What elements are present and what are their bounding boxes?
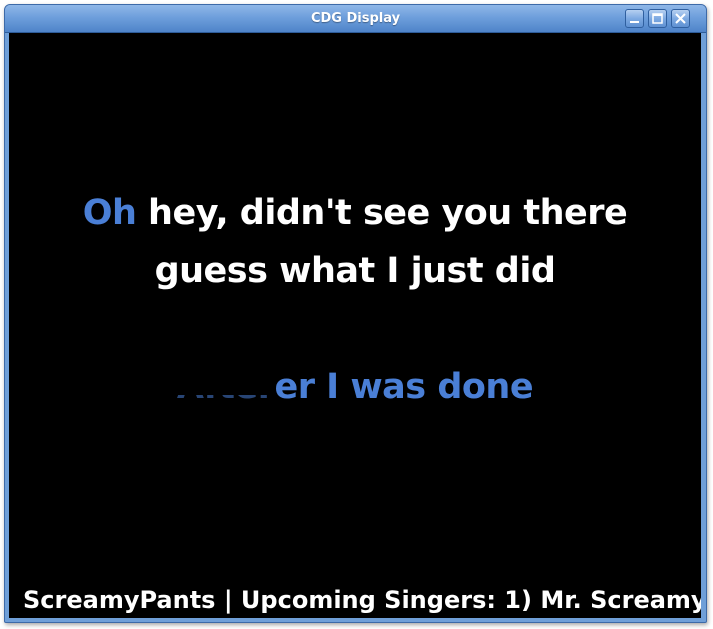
window-title: CDG Display [310,11,401,26]
upcoming-singers-ticker: ScreamyPants | Upcoming Singers: 1) Mr. … [23,586,701,614]
maximize-icon [652,13,663,24]
minimize-button[interactable] [625,9,644,28]
close-button[interactable] [671,9,690,28]
lyric-text: hey, didn't see you there [136,193,628,233]
title-bar[interactable]: CDG Display [5,5,706,33]
maximize-button[interactable] [648,9,667,28]
lyric-line-1: Oh hey, didn't see you there [9,193,701,233]
cdg-display-window: CDG Display Oh hey, didn't see you there… [4,4,707,623]
lyric-line-2: guess what I just did [154,251,556,291]
highlighted-lyric-line-3: er I was done [274,367,534,407]
karaoke-display: Oh hey, didn't see you there guess what … [9,33,701,618]
close-icon [675,13,686,24]
minimize-icon [630,21,639,23]
partially-drawn-lyric: After [176,367,275,407]
lyric-line-3: Afterer I was done [9,367,701,407]
highlighted-lyric: Oh [82,193,137,233]
